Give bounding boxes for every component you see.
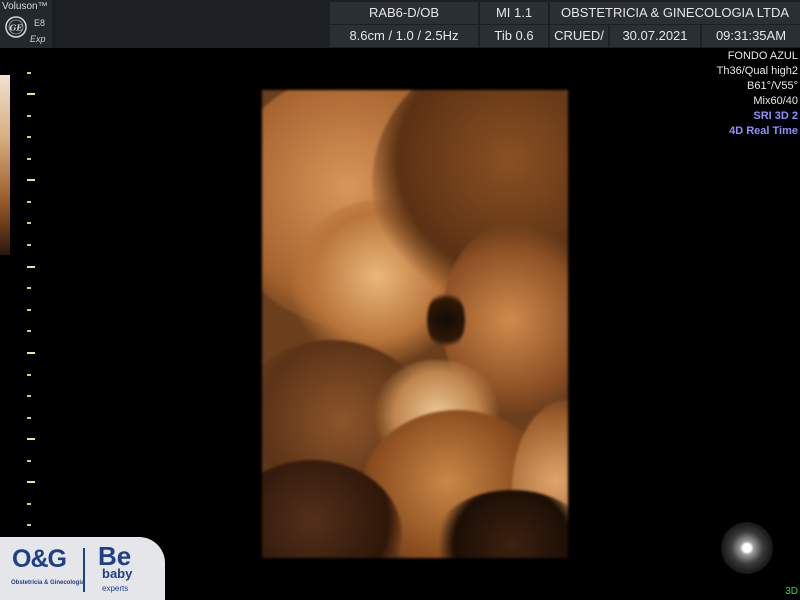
ge-logo-icon: GE: [5, 16, 27, 38]
baby-logo-text: baby: [102, 566, 133, 581]
experts-logo-text: experts: [102, 584, 129, 593]
og-logo-text: O&G: [12, 545, 67, 573]
variant-label: Exp: [30, 34, 46, 44]
param-mode: 4D Real Time: [729, 125, 798, 137]
depth-tick: [27, 179, 35, 181]
depth-tick: [27, 93, 35, 95]
param-angles: B61°/V55°: [747, 80, 798, 92]
date-label: 30.07.2021: [610, 25, 700, 47]
param-sri: SRI 3D 2: [753, 110, 798, 122]
depth-tick: [27, 352, 35, 354]
depth-tick: [27, 115, 31, 117]
depth-tick: [27, 244, 31, 246]
tib-readout: Tib 0.6: [480, 25, 548, 47]
brand-panel: Voluson™ GE E8 Exp: [0, 0, 52, 48]
depth-tick: [27, 309, 31, 311]
logo-divider: [83, 548, 85, 592]
depth-tick: [27, 330, 31, 332]
time-label: 09:31:35AM: [702, 25, 800, 47]
model-label: E8: [34, 18, 46, 28]
mi-readout: MI 1.1: [480, 2, 548, 24]
depth-tick: [27, 460, 31, 462]
institution-name: OBSTETRICIA & GINECOLOGIA LTDA: [550, 2, 800, 24]
probe-label: RAB6-D/OB: [330, 2, 478, 24]
depth-tick: [27, 222, 31, 224]
param-background: FONDO AZUL: [727, 50, 798, 62]
svg-text:GE: GE: [10, 23, 24, 33]
operator-label: CRUED/: [550, 25, 608, 47]
depth-tick: [27, 158, 31, 160]
mode-indicator: 3D: [785, 586, 798, 597]
depth-tick: [27, 438, 35, 440]
brand-name: Voluson™: [2, 1, 48, 12]
depth-tick: [27, 72, 31, 74]
depth-tick: [27, 266, 35, 268]
depth-tick: [27, 395, 31, 397]
param-mix: Mix60/40: [753, 95, 798, 107]
depth-tick: [27, 417, 31, 419]
depth-readout: 8.6cm / 1.0 / 2.5Hz: [330, 25, 478, 47]
depth-tick: [27, 503, 31, 505]
depth-tick: [27, 201, 31, 203]
orientation-light-icon: [721, 522, 773, 574]
param-threshold-quality: Th36/Qual high2: [716, 65, 798, 77]
depth-tick: [27, 374, 31, 376]
ultrasound-3d-render: [262, 90, 568, 558]
og-logo-subtitle: Obstetricia & Ginecología: [11, 580, 85, 586]
grayscale-map-bar: [0, 75, 10, 255]
depth-tick: [27, 136, 31, 138]
depth-tick: [27, 287, 31, 289]
depth-tick: [27, 481, 35, 483]
depth-tick: [27, 524, 31, 526]
